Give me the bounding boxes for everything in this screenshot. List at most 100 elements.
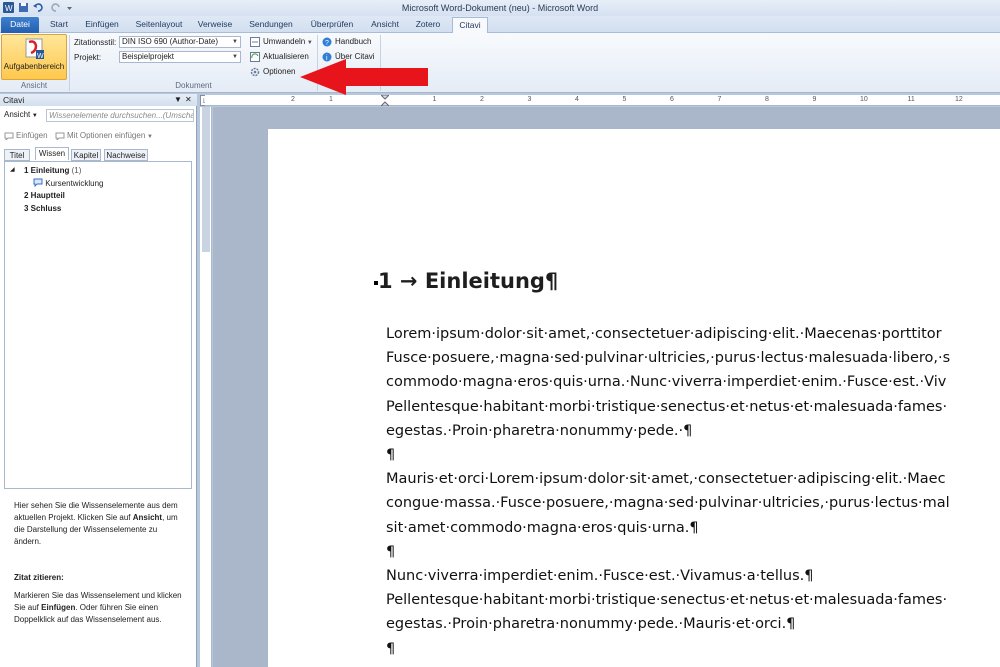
ruler-number: 11 bbox=[907, 96, 915, 103]
projekt-label: Projekt: bbox=[74, 53, 102, 62]
tree-node-label: 1 Einleitung bbox=[24, 166, 70, 175]
zitationsstil-select[interactable]: DIN ISO 690 (Author-Date) ▼ bbox=[119, 36, 241, 48]
citavi-icon: W bbox=[25, 38, 44, 60]
help-text-bold: Einfügen bbox=[41, 603, 76, 612]
pane-tab-nachweise[interactable]: Nachweise bbox=[104, 149, 148, 161]
gear-icon bbox=[250, 67, 260, 77]
einfuegen-label: Einfügen bbox=[16, 131, 48, 140]
ribbon-tabs: Datei Start Einfügen Seitenlayout Verwei… bbox=[0, 16, 1000, 34]
mit-optionen-button[interactable]: Mit Optionen einfügen ▼ bbox=[55, 131, 153, 140]
help-paragraph: Hier sehen Sie die Wissenselemente aus d… bbox=[14, 500, 184, 548]
aufgabenbereich-button[interactable]: W Aufgabenbereich bbox=[1, 34, 67, 80]
ruler-number: 6 bbox=[670, 96, 674, 103]
group-label-ansicht: Ansicht bbox=[20, 81, 48, 90]
ansicht-dropdown[interactable]: Ansicht ▼ bbox=[4, 110, 38, 119]
tab-start[interactable]: Start bbox=[44, 17, 74, 33]
document-line[interactable]: egestas.·Proin·pharetra·nonummy·pede.·¶ bbox=[386, 423, 692, 439]
help-heading: Zitat zitieren: bbox=[14, 573, 64, 582]
document-line[interactable]: Pellentesque·habitant·morbi·tristique·se… bbox=[386, 399, 947, 415]
tree-node-kursentwicklung[interactable]: Kursentwicklung bbox=[33, 178, 103, 188]
refresh-icon bbox=[250, 52, 260, 62]
document-line[interactable]: ¶ bbox=[386, 447, 395, 463]
tree-node-schluss[interactable]: 3 Schluss bbox=[24, 204, 61, 213]
ruler-number: 1 bbox=[432, 96, 437, 103]
annotation-arrow-icon bbox=[300, 59, 428, 95]
umwandeln-label: Umwandeln bbox=[263, 37, 306, 46]
tree-node-einleitung[interactable]: 1 Einleitung (1) bbox=[24, 166, 81, 175]
handbuch-label: Handbuch bbox=[335, 37, 372, 46]
zitationsstil-label: Zitationsstil: bbox=[74, 38, 117, 47]
tab-verweise[interactable]: Verweise bbox=[193, 17, 237, 33]
speech-bubble-icon bbox=[33, 178, 43, 188]
convert-icon bbox=[250, 37, 260, 47]
document-line[interactable]: Pellentesque·habitant·morbi·tristique·se… bbox=[386, 592, 947, 608]
zitationsstil-value: DIN ISO 690 (Author-Date) bbox=[122, 37, 219, 46]
document-line[interactable]: ¶ bbox=[386, 641, 395, 657]
document-line[interactable]: Mauris·et·orci·Lorem·ipsum·dolor·sit·ame… bbox=[386, 471, 946, 487]
tab-zotero[interactable]: Zotero bbox=[410, 17, 446, 33]
tab-einfuegen[interactable]: Einfügen bbox=[80, 17, 124, 33]
pane-tab-kapitel[interactable]: Kapitel bbox=[71, 149, 101, 161]
ruler-number: 2 bbox=[291, 96, 295, 103]
tab-ansicht[interactable]: Ansicht bbox=[366, 17, 404, 33]
aufgabenbereich-label: Aufgabenbereich bbox=[3, 62, 65, 71]
help-icon: ? bbox=[322, 37, 332, 47]
document-line[interactable]: commodo·magna·eros·quis·urna.·Nunc·viver… bbox=[386, 374, 946, 390]
ruler-number: 3 bbox=[527, 96, 532, 103]
projekt-select[interactable]: Beispielprojekt ▼ bbox=[119, 51, 241, 63]
pane-menu-icon[interactable]: ▼ bbox=[174, 94, 182, 106]
help-text-bold: Ansicht bbox=[132, 513, 163, 522]
handbuch-button[interactable]: ? Handbuch bbox=[322, 36, 371, 48]
tab-ueberpruefen[interactable]: Überprüfen bbox=[305, 17, 359, 33]
svg-text:?: ? bbox=[325, 40, 329, 47]
pane-title: Citavi bbox=[3, 95, 25, 105]
ribbon: W Aufgabenbereich Ansicht Zitationsstil:… bbox=[0, 33, 1000, 93]
tab-sendungen[interactable]: Sendungen bbox=[245, 17, 297, 33]
pane-tab-wissen[interactable]: Wissen bbox=[35, 147, 69, 160]
close-icon[interactable]: ✕ bbox=[185, 94, 192, 106]
ruler-number: 4 bbox=[575, 96, 579, 103]
document-line[interactable]: congue·massa.·Fusce·posuere,·magna·sed·p… bbox=[386, 495, 950, 511]
indent-marker-icon[interactable] bbox=[381, 95, 389, 106]
tree-node-count: (1) bbox=[71, 166, 82, 175]
document-line[interactable]: sit·amet·commodo·magna·eros·quis·urna.¶ bbox=[386, 520, 699, 536]
ansicht-label: Ansicht bbox=[4, 110, 31, 119]
umwandeln-button[interactable]: Umwandeln ▼ bbox=[250, 36, 313, 48]
horizontal-ruler[interactable]: 2112345678910111213 bbox=[205, 95, 1000, 106]
ruler-number: 7 bbox=[717, 96, 722, 103]
document-line[interactable]: egestas.·Proin·pharetra·nonummy·pede.·Ma… bbox=[386, 616, 795, 632]
ruler-number: 12 bbox=[955, 96, 963, 103]
heading-einleitung[interactable]: 1 → Einleitung¶ bbox=[378, 269, 558, 293]
tree-node-hauptteil[interactable]: 2 Hauptteil bbox=[24, 191, 65, 200]
tree-node-label: 3 Schluss bbox=[24, 204, 62, 213]
ruler-number: 8 bbox=[765, 96, 769, 103]
mit-optionen-label: Mit Optionen einfügen bbox=[67, 131, 146, 140]
document-line[interactable]: ¶ bbox=[386, 544, 395, 560]
ruler-number: 5 bbox=[622, 96, 627, 103]
chevron-down-icon: ▼ bbox=[232, 54, 238, 60]
document-line[interactable]: Lorem·ipsum·dolor·sit·amet,·consectetuer… bbox=[386, 326, 942, 342]
tree-node-label: 2 Hauptteil bbox=[24, 191, 65, 200]
svg-text:W: W bbox=[37, 53, 44, 60]
search-input[interactable]: Wissenelemente durchsuchen...(Umscha bbox=[46, 109, 194, 122]
tab-datei[interactable]: Datei bbox=[1, 17, 39, 33]
help-text: Hier sehen Sie die Wissenselemente aus d… bbox=[14, 500, 184, 626]
chevron-down-icon: ▼ bbox=[232, 39, 238, 45]
pane-tab-titel[interactable]: Titel bbox=[4, 149, 30, 161]
tree-node-label: Kursentwicklung bbox=[45, 179, 104, 188]
expand-icon[interactable]: ◢ bbox=[10, 166, 15, 173]
ruler-number: 9 bbox=[812, 96, 817, 103]
group-label-dokument: Dokument bbox=[175, 81, 212, 90]
document-line[interactable]: Nunc·viverra·imperdiet·enim.·Fusce·est.·… bbox=[386, 568, 813, 584]
tab-seitenlayout[interactable]: Seitenlayout bbox=[132, 17, 186, 33]
einfuegen-button[interactable]: Einfügen bbox=[4, 131, 48, 140]
window-title: Microsoft Word-Dokument (neu) - Microsof… bbox=[401, 3, 599, 13]
tab-citavi[interactable]: Citavi bbox=[452, 17, 488, 34]
document-page[interactable]: 1 → Einleitung¶ Lorem·ipsum·dolor·sit·am… bbox=[268, 129, 1000, 667]
help-paragraph: Markieren Sie das Wissenselement und kli… bbox=[14, 590, 184, 626]
ruler-number: 10 bbox=[860, 96, 868, 103]
vertical-ruler[interactable] bbox=[200, 107, 212, 667]
citavi-pane: Citavi ▼ ✕ Ansicht ▼ Wissenelemente durc… bbox=[0, 94, 197, 667]
optionen-button[interactable]: Optionen bbox=[250, 66, 295, 78]
document-line[interactable]: Fusce·posuere,·magna·sed·pulvinar·ultric… bbox=[386, 350, 950, 366]
